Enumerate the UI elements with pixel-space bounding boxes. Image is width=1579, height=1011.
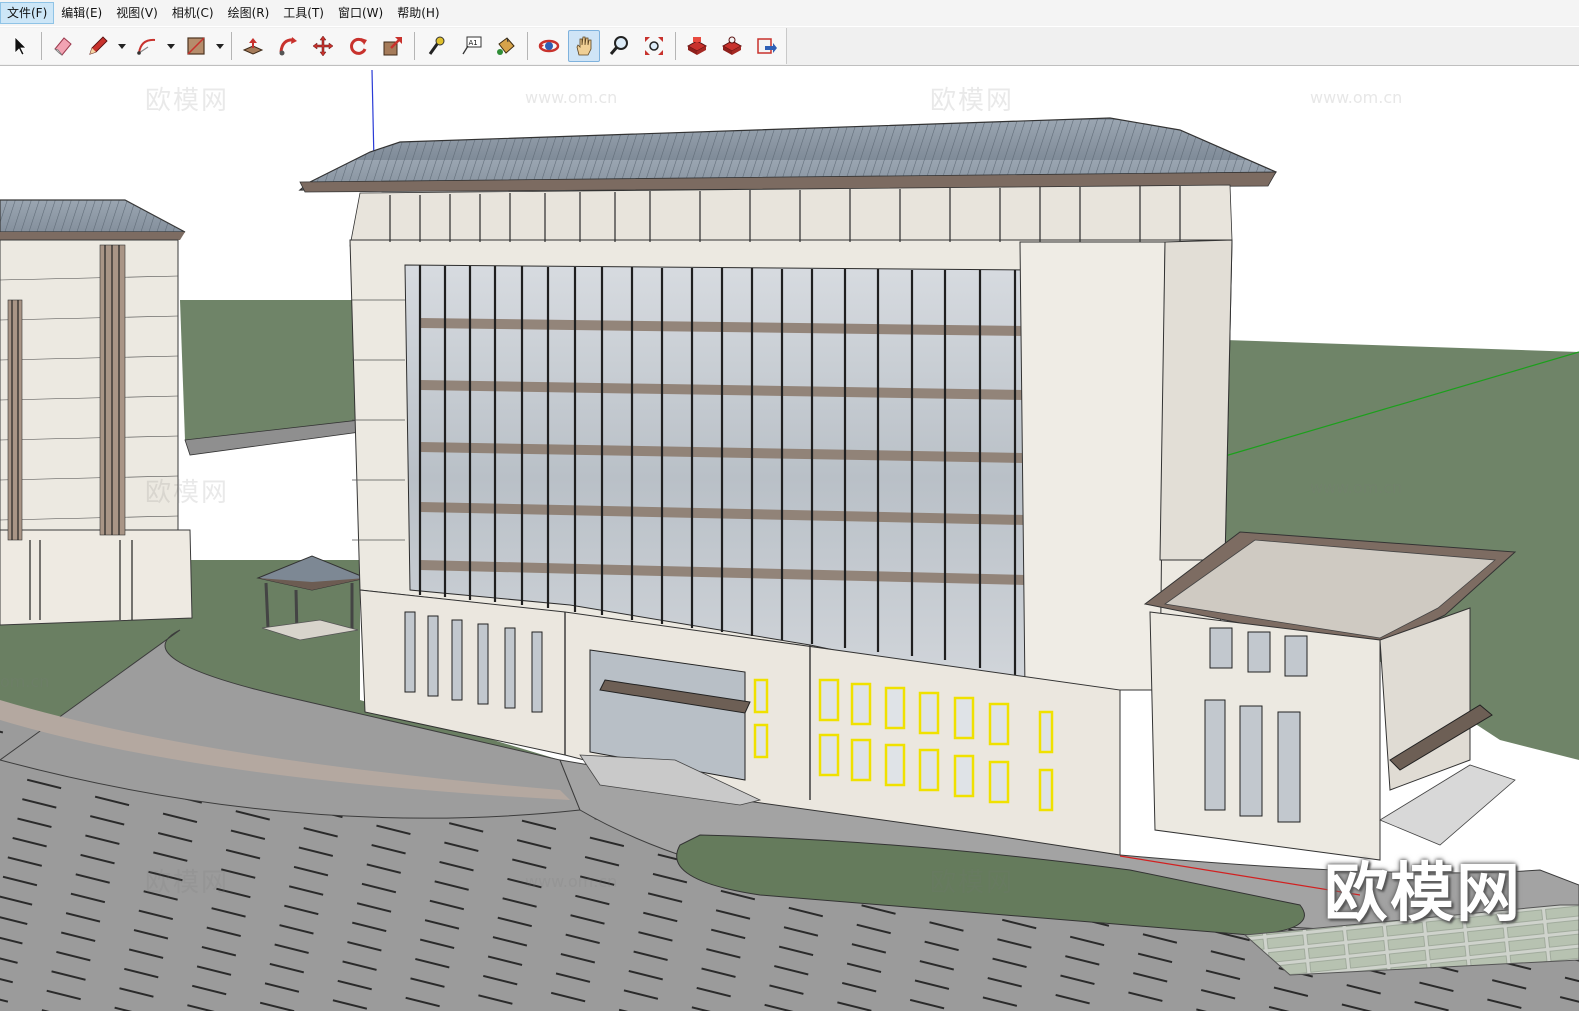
- menu-bar: 文件(F) 编辑(E) 视图(V) 相机(C) 绘图(R) 工具(T) 窗口(W…: [0, 0, 1579, 26]
- menu-file[interactable]: 文件(F): [0, 2, 55, 24]
- model-viewport[interactable]: 欧模网 www.om.cn 欧模网 www.om.cn 欧模网 www.om.c…: [0, 66, 1579, 1011]
- watermark-text: 欧模网: [145, 868, 230, 898]
- pan-hand-icon: [576, 36, 592, 56]
- menu-edit[interactable]: 编辑(E): [54, 2, 109, 24]
- toolbar-separator: [41, 32, 42, 60]
- follow-me-icon: [279, 37, 297, 56]
- right-annex: [1143, 531, 1517, 861]
- menu-help[interactable]: 帮助(H): [390, 2, 446, 24]
- toolbar-separator: [231, 32, 232, 60]
- tape-measure-tool[interactable]: [420, 30, 452, 62]
- axis-blue: [371, 69, 375, 163]
- watermark-url: www.om.cn: [525, 872, 618, 891]
- menu-tools[interactable]: 工具(T): [276, 2, 331, 24]
- orbit-tool[interactable]: [533, 30, 565, 62]
- main-toolbar: A1: [0, 27, 1579, 66]
- text-label-icon: A1: [462, 36, 482, 55]
- 3d-warehouse-icon: [686, 37, 708, 55]
- scale-icon: [383, 37, 402, 56]
- brand-logo-watermark: 欧模网: [1324, 857, 1522, 931]
- toolbar-panel: A1: [0, 28, 787, 64]
- rectangle-icon: [187, 37, 205, 55]
- watermark-text: 欧模网: [930, 86, 1015, 116]
- left-building: [0, 199, 193, 626]
- text-tool[interactable]: A1: [455, 30, 487, 62]
- svg-text:A1: A1: [469, 39, 478, 47]
- menu-camera[interactable]: 相机(C): [165, 2, 221, 24]
- orbit-icon: [538, 39, 560, 53]
- toolbar-separator: [414, 32, 415, 60]
- menu-view[interactable]: 视图(V): [109, 2, 165, 24]
- eraser-icon: [54, 37, 72, 56]
- move-icon: [312, 35, 334, 57]
- watermark-text: 欧模网: [930, 868, 1015, 898]
- rotate-icon: [350, 37, 367, 55]
- rotate-tool[interactable]: [342, 30, 374, 62]
- arc-dropdown-arrow[interactable]: [166, 31, 176, 61]
- pencil-dropdown-arrow[interactable]: [117, 31, 127, 61]
- watermark-url: om.cn: [0, 672, 50, 691]
- watermark-url: www.om.cn: [1310, 88, 1403, 107]
- watermark-url: www.om.cn: [525, 88, 618, 107]
- pan-tool[interactable]: [568, 30, 600, 62]
- push-pull-tool[interactable]: [237, 30, 269, 62]
- paint-bucket-icon: [497, 37, 515, 55]
- share-model-icon: [757, 38, 777, 54]
- menu-window[interactable]: 窗口(W): [331, 2, 390, 24]
- tape-measure-icon: [428, 36, 445, 55]
- zoom-icon: [609, 36, 628, 55]
- extension-warehouse-icon: [721, 36, 743, 55]
- arrow-cursor-icon: [14, 36, 27, 56]
- warehouse-tool[interactable]: [681, 30, 713, 62]
- toolbar-separator: [527, 32, 528, 60]
- follow-me-tool[interactable]: [272, 30, 304, 62]
- pencil-tool[interactable]: [82, 30, 114, 62]
- ground-plane-far: [180, 300, 360, 440]
- arc-icon: [137, 38, 156, 55]
- menu-draw[interactable]: 绘图(R): [221, 2, 277, 24]
- extension-warehouse-tool[interactable]: [716, 30, 748, 62]
- paint-bucket-tool[interactable]: [490, 30, 522, 62]
- zoom-extents-tool[interactable]: [638, 30, 670, 62]
- rectangle-tool[interactable]: [180, 30, 212, 62]
- share-model-tool[interactable]: [751, 30, 783, 62]
- arc-tool[interactable]: [131, 30, 163, 62]
- scale-tool[interactable]: [377, 30, 409, 62]
- watermark-text: 欧模网: [145, 478, 230, 508]
- eraser-tool[interactable]: [47, 30, 79, 62]
- move-tool[interactable]: [307, 30, 339, 62]
- zoom-extents-icon: [645, 37, 663, 55]
- pencil-icon: [89, 36, 108, 55]
- rectangle-dropdown-arrow[interactable]: [215, 31, 225, 61]
- toolbar-separator: [675, 32, 676, 60]
- push-pull-icon: [242, 38, 264, 55]
- zoom-tool[interactable]: [603, 30, 635, 62]
- select-tool[interactable]: [4, 30, 36, 62]
- watermark-text: 欧模网: [145, 86, 230, 116]
- watermark-url: www.om.cn: [1310, 478, 1403, 497]
